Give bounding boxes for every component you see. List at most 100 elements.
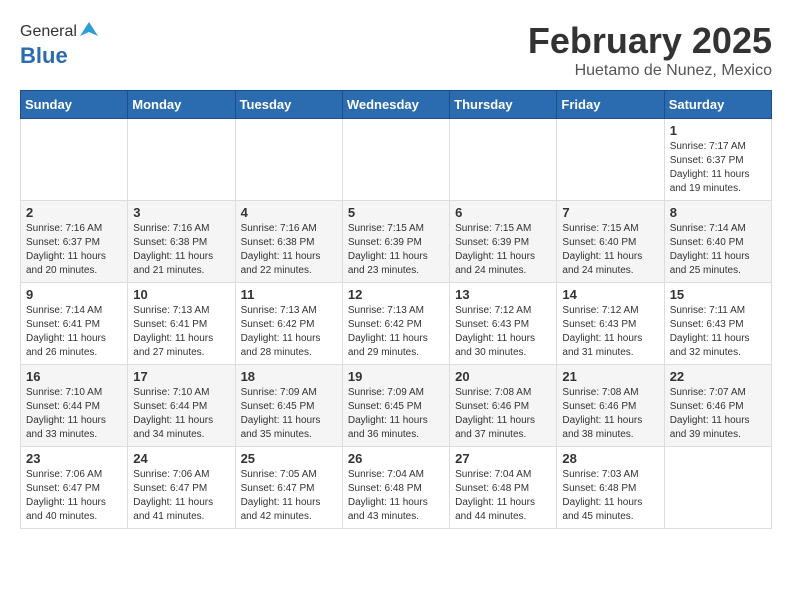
day-cell-1: 1Sunrise: 7:17 AM Sunset: 6:37 PM Daylig… [664,119,771,201]
day-cell-22: 22Sunrise: 7:07 AM Sunset: 6:46 PM Dayli… [664,365,771,447]
day-cell-8: 8 Sunrise: 7:14 AM Sunset: 6:40 PM Daylig… [664,201,771,283]
day-cell-2: 2 Sunrise: 7:16 AM Sunset: 6:37 PM Daylig… [21,201,128,283]
day-number: 7 [562,205,658,220]
day-info: Sunrise: 7:15 AM Sunset: 6:39 PM Dayligh… [455,222,551,278]
day-cell-21: 21Sunrise: 7:08 AM Sunset: 6:46 PM Dayli… [557,365,664,447]
day-number: 4 [241,205,337,220]
page-header: General Blue February 2025 Huetamo de Nu… [20,20,772,80]
day-number: 11 [241,287,337,302]
week-row-2: 2 Sunrise: 7:16 AM Sunset: 6:37 PM Daylig… [21,201,772,283]
day-cell-27: 27 Sunrise: 7:04 AM Sunset: 6:48 PM Dayli… [450,447,557,529]
day-info: Sunrise: 7:15 AM Sunset: 6:40 PM Dayligh… [562,222,658,278]
day-info: Sunrise: 7:15 AM Sunset: 6:39 PM Dayligh… [348,222,444,278]
day-number: 9 [26,287,122,302]
day-cell-3: 3 Sunrise: 7:16 AM Sunset: 6:38 PM Daylig… [128,201,235,283]
day-cell-19: 19 Sunrise: 7:09 AM Sunset: 6:45 PM Dayli… [342,365,449,447]
logo-bird-icon [80,20,98,38]
day-info: Sunrise: 7:10 AM Sunset: 6:44 PM Dayligh… [26,386,122,442]
calendar-table: SundayMondayTuesdayWednesdayThursdayFrid… [20,90,772,529]
day-info: Sunrise: 7:14 AM Sunset: 6:41 PM Dayligh… [26,304,122,360]
day-info: Sunrise: 7:13 AM Sunset: 6:42 PM Dayligh… [241,304,337,360]
day-cell-13: 13Sunrise: 7:12 AM Sunset: 6:43 PM Dayli… [450,283,557,365]
day-cell-5: 5 Sunrise: 7:15 AM Sunset: 6:39 PM Daylig… [342,201,449,283]
day-cell-16: 16 Sunrise: 7:10 AM Sunset: 6:44 PM Dayli… [21,365,128,447]
day-number: 2 [26,205,122,220]
day-info: Sunrise: 7:12 AM Sunset: 6:43 PM Dayligh… [562,304,658,360]
day-cell-7: 7 Sunrise: 7:15 AM Sunset: 6:40 PM Daylig… [557,201,664,283]
week-row-3: 9 Sunrise: 7:14 AM Sunset: 6:41 PM Daylig… [21,283,772,365]
weekday-header-tuesday: Tuesday [235,91,342,119]
day-number: 26 [348,451,444,466]
day-cell-26: 26 Sunrise: 7:04 AM Sunset: 6:48 PM Dayli… [342,447,449,529]
weekday-header-saturday: Saturday [664,91,771,119]
day-number: 27 [455,451,551,466]
day-info: Sunrise: 7:08 AM Sunset: 6:46 PM Dayligh… [455,386,551,442]
day-info: Sunrise: 7:16 AM Sunset: 6:38 PM Dayligh… [241,222,337,278]
day-cell-12: 12 Sunrise: 7:13 AM Sunset: 6:42 PM Dayli… [342,283,449,365]
day-number: 17 [133,369,229,384]
day-cell-9: 9 Sunrise: 7:14 AM Sunset: 6:41 PM Daylig… [21,283,128,365]
day-info: Sunrise: 7:11 AM Sunset: 6:43 PM Dayligh… [670,304,766,360]
empty-cell [342,119,449,201]
weekday-header-monday: Monday [128,91,235,119]
day-number: 5 [348,205,444,220]
day-number: 12 [348,287,444,302]
day-cell-28: 28 Sunrise: 7:03 AM Sunset: 6:48 PM Dayli… [557,447,664,529]
empty-cell [21,119,128,201]
week-row-1: 1Sunrise: 7:17 AM Sunset: 6:37 PM Daylig… [21,119,772,201]
day-number: 28 [562,451,658,466]
day-number: 25 [241,451,337,466]
month-title: February 2025 [528,20,772,62]
day-number: 6 [455,205,551,220]
weekday-header-friday: Friday [557,91,664,119]
week-row-4: 16 Sunrise: 7:10 AM Sunset: 6:44 PM Dayli… [21,365,772,447]
day-info: Sunrise: 7:16 AM Sunset: 6:37 PM Dayligh… [26,222,122,278]
weekday-header-wednesday: Wednesday [342,91,449,119]
day-info: Sunrise: 7:09 AM Sunset: 6:45 PM Dayligh… [241,386,337,442]
day-number: 24 [133,451,229,466]
day-info: Sunrise: 7:05 AM Sunset: 6:47 PM Dayligh… [241,468,337,524]
day-info: Sunrise: 7:04 AM Sunset: 6:48 PM Dayligh… [455,468,551,524]
day-number: 8 [670,205,766,220]
day-cell-17: 17 Sunrise: 7:10 AM Sunset: 6:44 PM Dayli… [128,365,235,447]
day-info: Sunrise: 7:03 AM Sunset: 6:48 PM Dayligh… [562,468,658,524]
day-cell-20: 20Sunrise: 7:08 AM Sunset: 6:46 PM Dayli… [450,365,557,447]
day-number: 18 [241,369,337,384]
day-info: Sunrise: 7:06 AM Sunset: 6:47 PM Dayligh… [26,468,122,524]
day-cell-15: 15Sunrise: 7:11 AM Sunset: 6:43 PM Dayli… [664,283,771,365]
day-cell-14: 14 Sunrise: 7:12 AM Sunset: 6:43 PM Dayli… [557,283,664,365]
title-block: February 2025 Huetamo de Nunez, Mexico [528,20,772,80]
day-info: Sunrise: 7:09 AM Sunset: 6:45 PM Dayligh… [348,386,444,442]
day-number: 14 [562,287,658,302]
day-info: Sunrise: 7:16 AM Sunset: 6:38 PM Dayligh… [133,222,229,278]
day-info: Sunrise: 7:13 AM Sunset: 6:42 PM Dayligh… [348,304,444,360]
day-cell-4: 4 Sunrise: 7:16 AM Sunset: 6:38 PM Daylig… [235,201,342,283]
weekday-header-row: SundayMondayTuesdayWednesdayThursdayFrid… [21,91,772,119]
weekday-header-sunday: Sunday [21,91,128,119]
empty-cell [128,119,235,201]
empty-cell [450,119,557,201]
day-number: 13 [455,287,551,302]
day-number: 23 [26,451,122,466]
day-info: Sunrise: 7:04 AM Sunset: 6:48 PM Dayligh… [348,468,444,524]
empty-cell [235,119,342,201]
day-cell-11: 11 Sunrise: 7:13 AM Sunset: 6:42 PM Dayli… [235,283,342,365]
day-info: Sunrise: 7:10 AM Sunset: 6:44 PM Dayligh… [133,386,229,442]
day-number: 19 [348,369,444,384]
day-info: Sunrise: 7:14 AM Sunset: 6:40 PM Dayligh… [670,222,766,278]
empty-cell [557,119,664,201]
day-number: 21 [562,369,658,384]
location-subtitle: Huetamo de Nunez, Mexico [528,62,772,80]
day-cell-25: 25 Sunrise: 7:05 AM Sunset: 6:47 PM Dayli… [235,447,342,529]
day-info: Sunrise: 7:13 AM Sunset: 6:41 PM Dayligh… [133,304,229,360]
day-info: Sunrise: 7:07 AM Sunset: 6:46 PM Dayligh… [670,386,766,442]
logo: General Blue [20,20,98,69]
day-info: Sunrise: 7:06 AM Sunset: 6:47 PM Dayligh… [133,468,229,524]
day-cell-6: 6 Sunrise: 7:15 AM Sunset: 6:39 PM Daylig… [450,201,557,283]
day-cell-23: 23 Sunrise: 7:06 AM Sunset: 6:47 PM Dayli… [21,447,128,529]
day-cell-18: 18 Sunrise: 7:09 AM Sunset: 6:45 PM Dayli… [235,365,342,447]
day-number: 16 [26,369,122,384]
day-number: 3 [133,205,229,220]
day-number: 10 [133,287,229,302]
logo-general-text: General [20,23,77,41]
